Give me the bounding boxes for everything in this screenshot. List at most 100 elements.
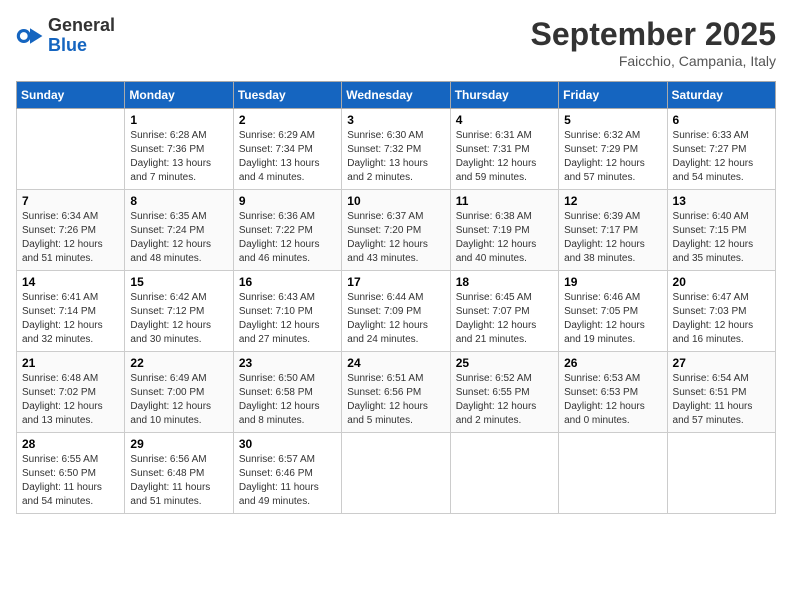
calendar-cell: 30 Sunrise: 6:57 AM Sunset: 6:46 PM Dayli… [233,433,341,514]
day-number: 18 [456,275,553,289]
cell-content: Sunrise: 6:42 AM Sunset: 7:12 PM Dayligh… [130,291,227,347]
calendar-cell: 16 Sunrise: 6:43 AM Sunset: 7:10 PM Dayli… [233,271,341,352]
calendar-cell [559,433,667,514]
calendar-cell: 5 Sunrise: 6:32 AM Sunset: 7:29 PM Daylig… [559,109,667,190]
day-number: 21 [22,356,119,370]
calendar-cell: 22 Sunrise: 6:49 AM Sunset: 7:00 PM Dayli… [125,352,233,433]
cell-content: Sunrise: 6:55 AM Sunset: 6:50 PM Dayligh… [22,453,119,509]
calendar-cell: 20 Sunrise: 6:47 AM Sunset: 7:03 PM Dayli… [667,271,775,352]
calendar-cell: 19 Sunrise: 6:46 AM Sunset: 7:05 PM Dayli… [559,271,667,352]
calendar-cell: 12 Sunrise: 6:39 AM Sunset: 7:17 PM Dayli… [559,190,667,271]
calendar-cell: 4 Sunrise: 6:31 AM Sunset: 7:31 PM Daylig… [450,109,558,190]
day-number: 19 [564,275,661,289]
cell-content: Sunrise: 6:52 AM Sunset: 6:55 PM Dayligh… [456,372,553,428]
calendar-cell: 15 Sunrise: 6:42 AM Sunset: 7:12 PM Dayli… [125,271,233,352]
calendar-week-row: 7Sunrise: 6:34 AM Sunset: 7:26 PM Daylig… [17,190,776,271]
cell-content: Sunrise: 6:46 AM Sunset: 7:05 PM Dayligh… [564,291,661,347]
calendar-cell: 10Sunrise: 6:37 AM Sunset: 7:20 PM Dayli… [342,190,450,271]
page-header: General Blue September 2025 Faicchio, Ca… [16,16,776,69]
month-title: September 2025 [531,16,776,53]
cell-content: Sunrise: 6:50 AM Sunset: 6:58 PM Dayligh… [239,372,336,428]
cell-content: Sunrise: 6:29 AM Sunset: 7:34 PM Dayligh… [239,129,336,185]
cell-content: Sunrise: 6:49 AM Sunset: 7:00 PM Dayligh… [130,372,227,428]
day-number: 12 [564,194,661,208]
day-number: 22 [130,356,227,370]
header-monday: Monday [125,82,233,109]
logo: General Blue [16,16,115,56]
cell-content: Sunrise: 6:30 AM Sunset: 7:32 PM Dayligh… [347,129,444,185]
day-number: 3 [347,113,444,127]
logo-text: General Blue [48,16,115,56]
day-number: 10 [347,194,444,208]
logo-general: General [48,15,115,35]
day-number: 6 [673,113,770,127]
day-number: 4 [456,113,553,127]
day-number: 11 [456,194,553,208]
calendar-cell: 27 Sunrise: 6:54 AM Sunset: 6:51 PM Dayli… [667,352,775,433]
cell-content: Sunrise: 6:57 AM Sunset: 6:46 PM Dayligh… [239,453,336,509]
cell-content: Sunrise: 6:39 AM Sunset: 7:17 PM Dayligh… [564,210,661,266]
calendar-cell: 18 Sunrise: 6:45 AM Sunset: 7:07 PM Dayli… [450,271,558,352]
header-saturday: Saturday [667,82,775,109]
cell-content: Sunrise: 6:32 AM Sunset: 7:29 PM Dayligh… [564,129,661,185]
calendar-cell: 23Sunrise: 6:50 AM Sunset: 6:58 PM Dayli… [233,352,341,433]
cell-content: Sunrise: 6:35 AM Sunset: 7:24 PM Dayligh… [130,210,227,266]
day-number: 27 [673,356,770,370]
calendar-cell: 28Sunrise: 6:55 AM Sunset: 6:50 PM Dayli… [17,433,125,514]
cell-content: Sunrise: 6:56 AM Sunset: 6:48 PM Dayligh… [130,453,227,509]
calendar-table: SundayMondayTuesdayWednesdayThursdayFrid… [16,81,776,514]
day-number: 1 [130,113,227,127]
day-number: 16 [239,275,336,289]
day-number: 20 [673,275,770,289]
cell-content: Sunrise: 6:53 AM Sunset: 6:53 PM Dayligh… [564,372,661,428]
logo-icon [16,22,44,50]
calendar-cell: 1Sunrise: 6:28 AM Sunset: 7:36 PM Daylig… [125,109,233,190]
calendar-week-row: 14Sunrise: 6:41 AM Sunset: 7:14 PM Dayli… [17,271,776,352]
cell-content: Sunrise: 6:34 AM Sunset: 7:26 PM Dayligh… [22,210,119,266]
day-number: 8 [130,194,227,208]
cell-content: Sunrise: 6:33 AM Sunset: 7:27 PM Dayligh… [673,129,770,185]
calendar-cell: 9 Sunrise: 6:36 AM Sunset: 7:22 PM Daylig… [233,190,341,271]
calendar-cell: 3 Sunrise: 6:30 AM Sunset: 7:32 PM Daylig… [342,109,450,190]
calendar-week-row: 1Sunrise: 6:28 AM Sunset: 7:36 PM Daylig… [17,109,776,190]
calendar-cell: 13 Sunrise: 6:40 AM Sunset: 7:15 PM Dayli… [667,190,775,271]
cell-content: Sunrise: 6:40 AM Sunset: 7:15 PM Dayligh… [673,210,770,266]
cell-content: Sunrise: 6:43 AM Sunset: 7:10 PM Dayligh… [239,291,336,347]
calendar-cell: 2 Sunrise: 6:29 AM Sunset: 7:34 PM Daylig… [233,109,341,190]
day-number: 30 [239,437,336,451]
calendar-cell: 26Sunrise: 6:53 AM Sunset: 6:53 PM Dayli… [559,352,667,433]
header-thursday: Thursday [450,82,558,109]
day-number: 24 [347,356,444,370]
calendar-cell: 29 Sunrise: 6:56 AM Sunset: 6:48 PM Dayli… [125,433,233,514]
calendar-header-row: SundayMondayTuesdayWednesdayThursdayFrid… [17,82,776,109]
calendar-cell: 6 Sunrise: 6:33 AM Sunset: 7:27 PM Daylig… [667,109,775,190]
cell-content: Sunrise: 6:44 AM Sunset: 7:09 PM Dayligh… [347,291,444,347]
day-number: 17 [347,275,444,289]
cell-content: Sunrise: 6:47 AM Sunset: 7:03 PM Dayligh… [673,291,770,347]
day-number: 5 [564,113,661,127]
calendar-cell: 25Sunrise: 6:52 AM Sunset: 6:55 PM Dayli… [450,352,558,433]
day-number: 9 [239,194,336,208]
header-tuesday: Tuesday [233,82,341,109]
cell-content: Sunrise: 6:45 AM Sunset: 7:07 PM Dayligh… [456,291,553,347]
day-number: 13 [673,194,770,208]
header-friday: Friday [559,82,667,109]
calendar-cell: 21Sunrise: 6:48 AM Sunset: 7:02 PM Dayli… [17,352,125,433]
calendar-cell: 14Sunrise: 6:41 AM Sunset: 7:14 PM Dayli… [17,271,125,352]
calendar-week-row: 21Sunrise: 6:48 AM Sunset: 7:02 PM Dayli… [17,352,776,433]
calendar-cell: 11Sunrise: 6:38 AM Sunset: 7:19 PM Dayli… [450,190,558,271]
calendar-cell: 17 Sunrise: 6:44 AM Sunset: 7:09 PM Dayli… [342,271,450,352]
cell-content: Sunrise: 6:51 AM Sunset: 6:56 PM Dayligh… [347,372,444,428]
calendar-cell: 8 Sunrise: 6:35 AM Sunset: 7:24 PM Daylig… [125,190,233,271]
logo-blue: Blue [48,35,87,55]
calendar-cell: 7Sunrise: 6:34 AM Sunset: 7:26 PM Daylig… [17,190,125,271]
day-number: 2 [239,113,336,127]
location: Faicchio, Campania, Italy [531,53,776,69]
day-number: 15 [130,275,227,289]
cell-content: Sunrise: 6:54 AM Sunset: 6:51 PM Dayligh… [673,372,770,428]
cell-content: Sunrise: 6:31 AM Sunset: 7:31 PM Dayligh… [456,129,553,185]
calendar-cell [450,433,558,514]
cell-content: Sunrise: 6:36 AM Sunset: 7:22 PM Dayligh… [239,210,336,266]
calendar-cell [17,109,125,190]
day-number: 29 [130,437,227,451]
